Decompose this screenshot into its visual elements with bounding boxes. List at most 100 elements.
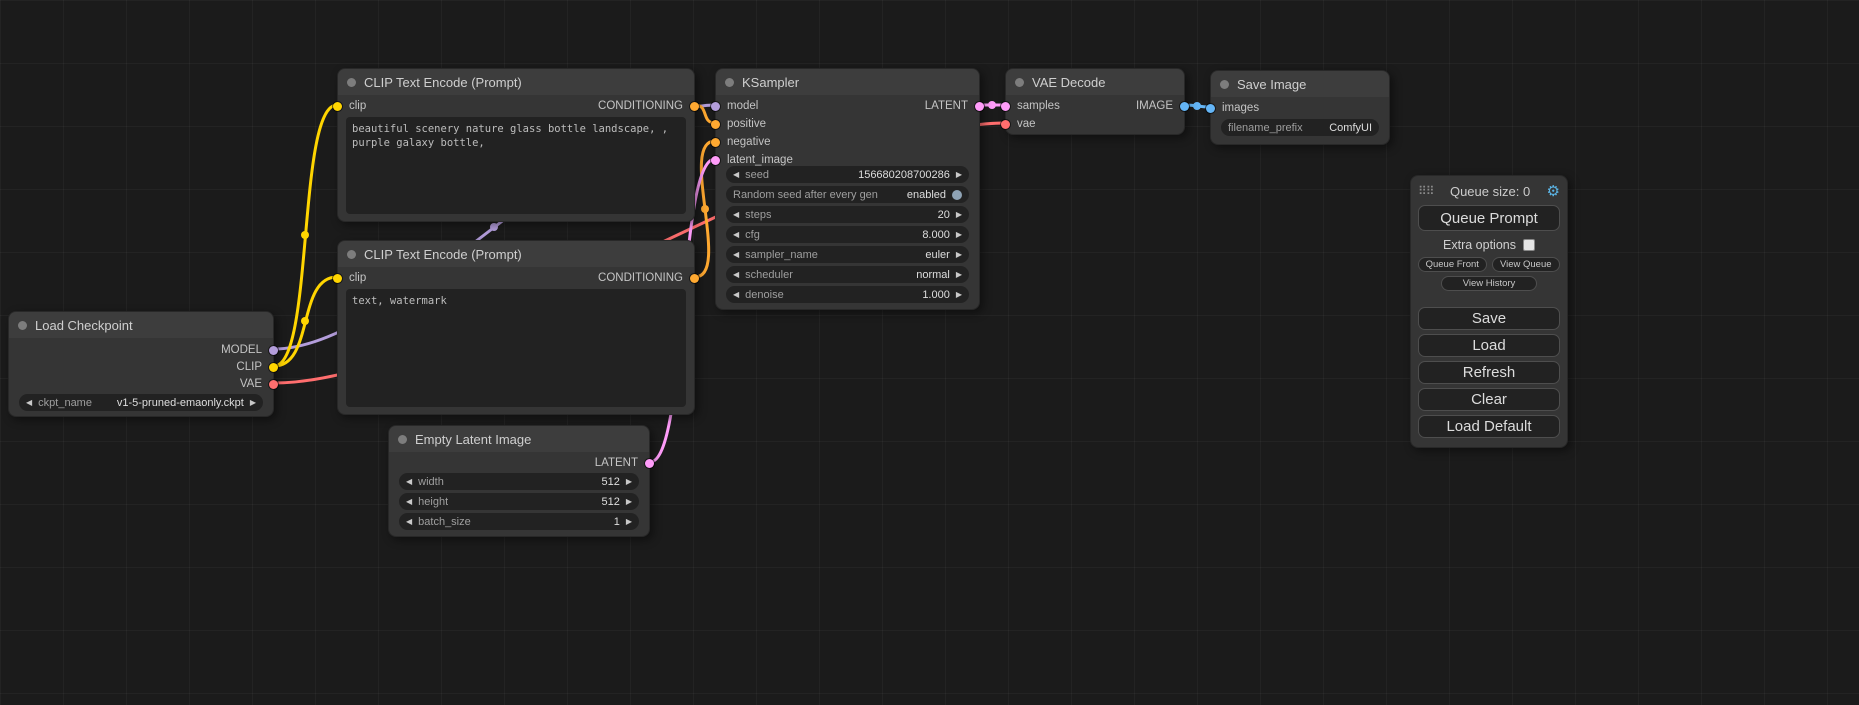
port-dot-conditioning-icon[interactable] bbox=[690, 274, 699, 283]
port-dot-clip-icon[interactable] bbox=[333, 102, 342, 111]
increment-arrow-icon[interactable]: ▶ bbox=[956, 211, 962, 219]
decrement-arrow-icon[interactable]: ◀ bbox=[733, 271, 739, 279]
port-dot-model-icon[interactable] bbox=[711, 102, 720, 111]
decrement-arrow-icon[interactable]: ◀ bbox=[733, 171, 739, 179]
load-button[interactable]: Load bbox=[1418, 334, 1560, 357]
settings-gear-icon[interactable]: ⚙ bbox=[1547, 184, 1560, 199]
input-port-images[interactable]: images bbox=[1206, 101, 1259, 115]
collapse-dot-icon[interactable] bbox=[725, 78, 734, 87]
input-port-clip[interactable]: clip bbox=[333, 99, 366, 113]
port-dot-conditioning-icon[interactable] bbox=[711, 138, 720, 147]
increment-arrow-icon[interactable]: ▶ bbox=[250, 399, 256, 407]
seed-widget[interactable]: ◀ seed 156680208700286 ▶ bbox=[726, 166, 969, 183]
collapse-dot-icon[interactable] bbox=[347, 250, 356, 259]
port-dot-vae-icon[interactable] bbox=[269, 380, 278, 389]
decrement-arrow-icon[interactable]: ◀ bbox=[406, 478, 412, 486]
port-dot-clip-icon[interactable] bbox=[333, 274, 342, 283]
collapse-dot-icon[interactable] bbox=[18, 321, 27, 330]
port-dot-latent-icon[interactable] bbox=[645, 459, 654, 468]
node-title-bar[interactable]: Save Image bbox=[1211, 71, 1389, 97]
denoise-widget[interactable]: ◀ denoise 1.000 ▶ bbox=[726, 286, 969, 303]
node-clip-text-encode-negative[interactable]: CLIP Text Encode (Prompt) clip CONDITION… bbox=[337, 240, 695, 415]
decrement-arrow-icon[interactable]: ◀ bbox=[733, 251, 739, 259]
port-dot-image-icon[interactable] bbox=[1206, 104, 1215, 113]
decrement-arrow-icon[interactable]: ◀ bbox=[406, 498, 412, 506]
output-port-vae[interactable]: VAE bbox=[240, 377, 278, 391]
batch-size-widget[interactable]: ◀ batch_size 1 ▶ bbox=[399, 513, 639, 530]
increment-arrow-icon[interactable]: ▶ bbox=[956, 251, 962, 259]
input-port-positive[interactable]: positive bbox=[711, 117, 766, 131]
width-widget[interactable]: ◀ width 512 ▶ bbox=[399, 473, 639, 490]
node-title-bar[interactable]: VAE Decode bbox=[1006, 69, 1184, 95]
port-dot-model-icon[interactable] bbox=[269, 346, 278, 355]
cfg-widget[interactable]: ◀ cfg 8.000 ▶ bbox=[726, 226, 969, 243]
collapse-dot-icon[interactable] bbox=[1015, 78, 1024, 87]
filename-prefix-widget[interactable]: filename_prefix ComfyUI bbox=[1221, 119, 1379, 136]
increment-arrow-icon[interactable]: ▶ bbox=[626, 518, 632, 526]
save-button[interactable]: Save bbox=[1418, 307, 1560, 330]
input-port-vae[interactable]: vae bbox=[1001, 117, 1036, 131]
output-port-clip[interactable]: CLIP bbox=[236, 360, 278, 374]
prompt-textarea[interactable]: text, watermark bbox=[346, 289, 686, 407]
input-port-clip[interactable]: clip bbox=[333, 271, 366, 285]
extra-options-checkbox[interactable] bbox=[1523, 239, 1535, 251]
node-title-bar[interactable]: CLIP Text Encode (Prompt) bbox=[338, 241, 694, 267]
decrement-arrow-icon[interactable]: ◀ bbox=[26, 399, 32, 407]
increment-arrow-icon[interactable]: ▶ bbox=[956, 171, 962, 179]
node-title-bar[interactable]: Load Checkpoint bbox=[9, 312, 273, 338]
prompt-textarea[interactable]: beautiful scenery nature glass bottle la… bbox=[346, 117, 686, 214]
scheduler-widget[interactable]: ◀ scheduler normal ▶ bbox=[726, 266, 969, 283]
load-default-button[interactable]: Load Default bbox=[1418, 415, 1560, 438]
node-load-checkpoint[interactable]: Load Checkpoint MODEL CLIP VAE ◀ ckpt_na… bbox=[8, 311, 274, 417]
increment-arrow-icon[interactable]: ▶ bbox=[956, 231, 962, 239]
node-save-image[interactable]: Save Image images filename_prefix ComfyU… bbox=[1210, 70, 1390, 145]
increment-arrow-icon[interactable]: ▶ bbox=[626, 478, 632, 486]
node-graph-canvas[interactable]: Load Checkpoint MODEL CLIP VAE ◀ ckpt_na… bbox=[0, 0, 1859, 705]
output-port-conditioning[interactable]: CONDITIONING bbox=[598, 99, 699, 113]
random-seed-toggle-widget[interactable]: Random seed after every gen enabled bbox=[726, 186, 969, 203]
output-port-model[interactable]: MODEL bbox=[221, 343, 278, 357]
output-port-latent[interactable]: LATENT bbox=[925, 99, 984, 113]
port-dot-conditioning-icon[interactable] bbox=[690, 102, 699, 111]
port-dot-latent-icon[interactable] bbox=[711, 156, 720, 165]
ckpt-name-widget[interactable]: ◀ ckpt_name v1-5-pruned-emaonly.ckpt ▶ bbox=[19, 394, 263, 411]
sampler-name-widget[interactable]: ◀ sampler_name euler ▶ bbox=[726, 246, 969, 263]
collapse-dot-icon[interactable] bbox=[398, 435, 407, 444]
node-ksampler[interactable]: KSampler model positive negative latent_… bbox=[715, 68, 980, 310]
output-port-image[interactable]: IMAGE bbox=[1136, 99, 1189, 113]
decrement-arrow-icon[interactable]: ◀ bbox=[733, 211, 739, 219]
increment-arrow-icon[interactable]: ▶ bbox=[956, 291, 962, 299]
toggle-dot-icon[interactable] bbox=[952, 190, 962, 200]
height-widget[interactable]: ◀ height 512 ▶ bbox=[399, 493, 639, 510]
collapse-dot-icon[interactable] bbox=[347, 78, 356, 87]
port-dot-vae-icon[interactable] bbox=[1001, 120, 1010, 129]
port-dot-latent-icon[interactable] bbox=[1001, 102, 1010, 111]
node-vae-decode[interactable]: VAE Decode samples vae IMAGE bbox=[1005, 68, 1185, 135]
output-port-conditioning[interactable]: CONDITIONING bbox=[598, 271, 699, 285]
queue-front-button[interactable]: Queue Front bbox=[1418, 257, 1487, 272]
view-history-button[interactable]: View History bbox=[1441, 276, 1537, 291]
input-port-model[interactable]: model bbox=[711, 99, 758, 113]
increment-arrow-icon[interactable]: ▶ bbox=[626, 498, 632, 506]
node-empty-latent-image[interactable]: Empty Latent Image LATENT ◀ width 512 ▶ … bbox=[388, 425, 650, 537]
clear-button[interactable]: Clear bbox=[1418, 388, 1560, 411]
collapse-dot-icon[interactable] bbox=[1220, 80, 1229, 89]
input-port-negative[interactable]: negative bbox=[711, 135, 770, 149]
input-port-latent-image[interactable]: latent_image bbox=[711, 153, 793, 167]
node-title-bar[interactable]: CLIP Text Encode (Prompt) bbox=[338, 69, 694, 95]
port-dot-clip-icon[interactable] bbox=[269, 363, 278, 372]
node-clip-text-encode-positive[interactable]: CLIP Text Encode (Prompt) clip CONDITION… bbox=[337, 68, 695, 222]
refresh-button[interactable]: Refresh bbox=[1418, 361, 1560, 384]
view-queue-button[interactable]: View Queue bbox=[1492, 257, 1561, 272]
port-dot-conditioning-icon[interactable] bbox=[711, 120, 720, 129]
node-title-bar[interactable]: KSampler bbox=[716, 69, 979, 95]
decrement-arrow-icon[interactable]: ◀ bbox=[406, 518, 412, 526]
port-dot-image-icon[interactable] bbox=[1180, 102, 1189, 111]
output-port-latent[interactable]: LATENT bbox=[595, 456, 654, 470]
input-port-samples[interactable]: samples bbox=[1001, 99, 1060, 113]
decrement-arrow-icon[interactable]: ◀ bbox=[733, 291, 739, 299]
queue-prompt-button[interactable]: Queue Prompt bbox=[1418, 205, 1560, 231]
steps-widget[interactable]: ◀ steps 20 ▶ bbox=[726, 206, 969, 223]
port-dot-latent-icon[interactable] bbox=[975, 102, 984, 111]
drag-handle-icon[interactable]: ⠿⠿ bbox=[1418, 184, 1434, 198]
